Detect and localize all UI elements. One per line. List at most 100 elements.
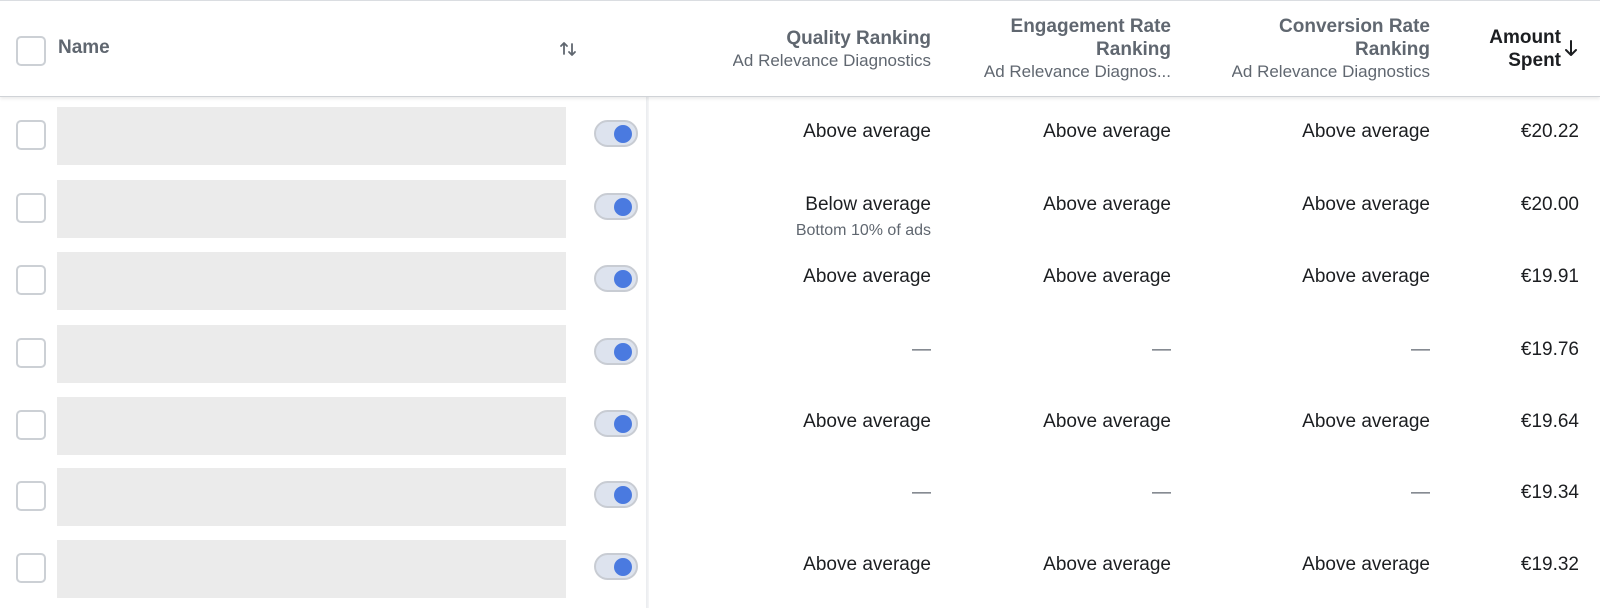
engagement-rate-value: —: [1152, 482, 1171, 503]
engagement-rate-cell: Above average: [1043, 266, 1171, 288]
quality-ranking-value: —: [912, 482, 931, 503]
conversion-rate-cell: Above average: [1302, 194, 1430, 216]
engagement-rate-value: Above average: [1043, 554, 1171, 575]
conversion-rate-value: —: [1411, 482, 1430, 503]
conversion-rate-value: Above average: [1302, 411, 1430, 432]
row-checkbox[interactable]: [16, 193, 46, 223]
table-row[interactable]: Above average Above average Above average €…: [0, 97, 1600, 169]
row-checkbox[interactable]: [16, 481, 46, 511]
conversion-rate-value: Above average: [1302, 121, 1430, 142]
engagement-rate-value: —: [1152, 339, 1171, 360]
quality-ranking-value: Below average: [805, 194, 931, 215]
row-checkbox[interactable]: [16, 553, 46, 583]
quality-ranking-value: Above average: [803, 554, 931, 575]
quality-ranking-value: —: [912, 339, 931, 360]
amount-spent-value: €19.91: [1520, 266, 1579, 287]
engagement-rate-cell: Above average: [1043, 554, 1171, 576]
ad-status-toggle[interactable]: [594, 553, 638, 580]
amount-spent-header[interactable]: Amount Spent: [1450, 1, 1579, 97]
row-checkbox[interactable]: [16, 410, 46, 440]
ad-name-placeholder[interactable]: [57, 107, 566, 165]
ad-status-toggle[interactable]: [594, 338, 638, 365]
toggle-knob: [614, 558, 632, 576]
quality-ranking-value: Above average: [803, 121, 931, 142]
ad-status-toggle[interactable]: [594, 410, 638, 437]
amount-spent-cell: €19.34: [1521, 482, 1579, 504]
conversion-rate-cell: —: [1411, 339, 1430, 361]
engagement-rate-value: Above average: [1043, 411, 1171, 432]
table-row[interactable]: — — — €19.34: [0, 458, 1600, 530]
quality-ranking-value: Above average: [803, 411, 931, 432]
quality-ranking-cell: —: [912, 482, 931, 504]
amount-spent-value: €19.32: [1520, 554, 1579, 575]
conversion-rate-cell: —: [1411, 482, 1430, 504]
ad-name-placeholder[interactable]: [57, 180, 566, 238]
ad-status-toggle[interactable]: [594, 193, 638, 220]
amount-spent-value: €20.00: [1520, 194, 1579, 215]
amount-spent-value: €19.34: [1520, 482, 1579, 503]
amount-spent-cell: €20.00: [1521, 194, 1579, 216]
table-row[interactable]: Below average Bottom 10% of ads Above aver…: [0, 170, 1600, 242]
conversion-rate-value: Above average: [1302, 194, 1430, 215]
conversion-rate-value: Above average: [1302, 554, 1430, 575]
conversion-rate-value: Above average: [1302, 266, 1430, 287]
engagement-rate-cell: Above average: [1043, 194, 1171, 216]
engagement-rate-value: Above average: [1043, 266, 1171, 287]
ad-name-placeholder[interactable]: [57, 252, 566, 310]
toggle-knob: [614, 343, 632, 361]
amount-spent-title-line2: Spent: [1508, 50, 1561, 71]
engagement-rate-title-line1: Engagement Rate: [1010, 16, 1171, 37]
toggle-knob: [614, 415, 632, 433]
toggle-knob: [614, 198, 632, 216]
toggle-knob: [614, 125, 632, 143]
quality-ranking-cell: Above average: [803, 554, 931, 576]
engagement-rate-cell: Above average: [1043, 411, 1171, 433]
quality-ranking-value: Above average: [803, 266, 931, 287]
amount-spent-cell: €20.22: [1521, 121, 1579, 143]
row-checkbox[interactable]: [16, 120, 46, 150]
row-checkbox[interactable]: [16, 265, 46, 295]
quality-ranking-cell: Above average: [803, 411, 931, 433]
table-row[interactable]: Above average Above average Above average €…: [0, 387, 1600, 459]
engagement-rate-value: Above average: [1043, 194, 1171, 215]
name-column-label: Name: [58, 37, 110, 58]
name-column-header[interactable]: Name: [0, 1, 648, 97]
sort-icon[interactable]: [558, 39, 578, 59]
ad-status-toggle[interactable]: [594, 265, 638, 292]
conversion-rate-cell: Above average: [1302, 554, 1430, 576]
table-row[interactable]: — — — €19.76: [0, 315, 1600, 387]
table-row[interactable]: Above average Above average Above average €…: [0, 530, 1600, 602]
conversion-rate-cell: Above average: [1302, 121, 1430, 143]
amount-spent-cell: €19.76: [1521, 339, 1579, 361]
conversion-rate-subtitle: Ad Relevance Diagnostics: [1231, 62, 1430, 81]
ad-name-placeholder[interactable]: [57, 540, 566, 598]
ad-status-toggle[interactable]: [594, 120, 638, 147]
quality-ranking-cell: Above average: [803, 266, 931, 288]
quality-ranking-title: Quality Ranking: [786, 27, 931, 49]
ad-name-placeholder[interactable]: [57, 325, 566, 383]
row-checkbox[interactable]: [16, 338, 46, 368]
conversion-rate-cell: Above average: [1302, 411, 1430, 433]
quality-ranking-cell: —: [912, 339, 931, 361]
ad-status-toggle[interactable]: [594, 481, 638, 508]
quality-ranking-subtitle: Ad Relevance Diagnostics: [732, 50, 931, 70]
conversion-rate-title-line2: Ranking: [1355, 39, 1430, 60]
ads-table: Name Quality Ranking Ad Relevance Diagno…: [0, 0, 1600, 608]
toggle-knob: [614, 270, 632, 288]
quality-ranking-header[interactable]: Quality Ranking Ad Relevance Diagnostics: [660, 1, 931, 97]
arrow-down-icon: [1565, 40, 1577, 56]
conversion-rate-cell: Above average: [1302, 266, 1430, 288]
quality-ranking-note: Bottom 10% of ads: [795, 222, 931, 239]
amount-spent-title: Amount Spent: [1489, 26, 1561, 72]
amount-spent-value: €19.64: [1520, 411, 1579, 432]
ad-name-placeholder[interactable]: [57, 397, 566, 455]
amount-spent-cell: €19.32: [1521, 554, 1579, 576]
table-row[interactable]: Above average Above average Above average €…: [0, 242, 1600, 314]
table-header: Name Quality Ranking Ad Relevance Diagno…: [0, 0, 1600, 97]
engagement-rate-cell: Above average: [1043, 121, 1171, 143]
engagement-rate-ranking-header[interactable]: Engagement Rate Ranking Ad Relevance Dia…: [945, 1, 1171, 97]
ad-name-placeholder[interactable]: [57, 468, 566, 526]
select-all-checkbox[interactable]: [16, 36, 46, 66]
engagement-rate-cell: —: [1152, 339, 1171, 361]
conversion-rate-ranking-header[interactable]: Conversion Rate Ranking Ad Relevance Dia…: [1185, 1, 1430, 97]
